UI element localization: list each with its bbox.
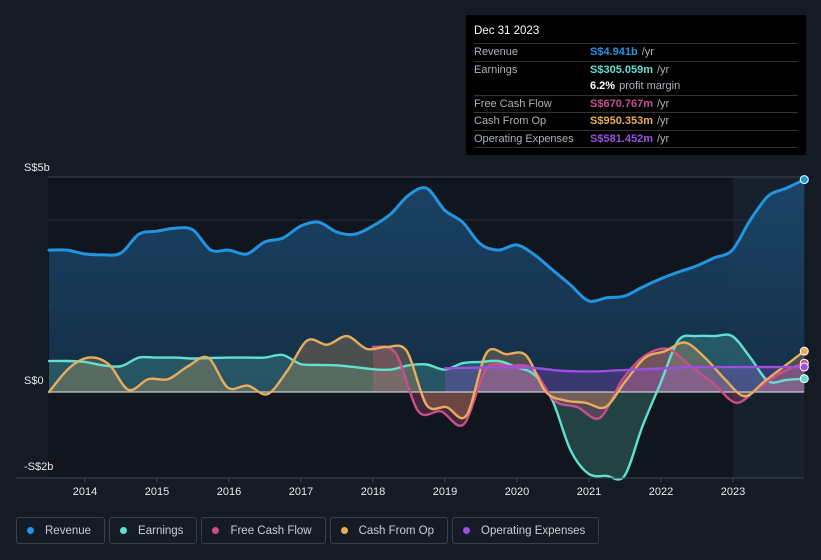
tooltip-label: Revenue xyxy=(474,46,519,59)
revenue-end-point xyxy=(799,175,809,185)
legend-label: Earnings xyxy=(138,524,184,537)
x-tick-label: 2019 xyxy=(433,486,457,498)
tooltip-label: Operating Expenses xyxy=(474,132,574,145)
tooltip-row-free-cash-flow: Free Cash Flow S$670.767m /yr xyxy=(474,96,798,113)
tooltip-row-profit-margin: 6.2% profit margin xyxy=(474,78,798,96)
tooltip-value: S$305.059m xyxy=(590,63,653,76)
y-axis-label: S$5b xyxy=(24,162,50,174)
tooltip-unit: /yr xyxy=(657,97,670,110)
x-tick-label: 2015 xyxy=(145,486,169,498)
tooltip-panel: Dec 31 2023 Revenue S$4.941b /yr Earning… xyxy=(466,15,806,155)
tooltip-label: Free Cash Flow xyxy=(474,97,552,110)
legend-label: Operating Expenses xyxy=(481,524,586,537)
legend-label: Cash From Op xyxy=(358,524,435,537)
x-tick-label: 2014 xyxy=(73,486,97,498)
x-tick-label: 2018 xyxy=(361,486,385,498)
tooltip-unit: /yr xyxy=(641,46,654,59)
x-tick-label: 2017 xyxy=(289,486,313,498)
legend-item-cash-from-op[interactable]: Cash From Op xyxy=(329,517,449,544)
legend-label: Revenue xyxy=(45,524,92,537)
tooltip-row-revenue: Revenue S$4.941b /yr xyxy=(474,44,798,62)
legend-label: Free Cash Flow xyxy=(230,524,312,537)
tooltip-label: Cash From Op xyxy=(474,115,547,128)
y-axis-label: -S$2b xyxy=(24,461,53,473)
operating-expenses-end-point xyxy=(799,362,809,372)
tooltip-value: S$670.767m xyxy=(590,97,653,110)
legend-dot-icon xyxy=(463,527,471,534)
x-tick-label: 2022 xyxy=(649,486,673,498)
legend-item-operating-expenses[interactable]: Operating Expenses xyxy=(452,517,600,544)
x-tick-label: 2016 xyxy=(217,486,241,498)
tooltip-value: S$581.452m xyxy=(590,132,653,145)
tooltip-row-operating-expenses: Operating Expenses S$581.452m /yr xyxy=(474,131,798,148)
legend: Revenue Earnings Free Cash Flow Cash Fro… xyxy=(16,517,600,544)
x-ticks: 2014 2015 2016 2017 2018 2019 2020 2021 2022 2023 xyxy=(73,478,745,498)
cash-from-op-end-point xyxy=(799,346,809,356)
tooltip-row-cash-from-op: Cash From Op S$950.353m /yr xyxy=(474,113,798,131)
legend-dot-icon xyxy=(212,527,220,534)
legend-item-revenue[interactable]: Revenue xyxy=(16,517,106,544)
legend-dot-icon xyxy=(340,527,348,534)
tooltip-label: Earnings xyxy=(474,63,518,76)
tooltip-value: S$950.353m xyxy=(590,115,653,128)
tooltip-row-earnings: Earnings S$305.059m /yr xyxy=(474,62,798,79)
legend-dot-icon xyxy=(27,527,34,534)
profit-margin-value: 6.2% xyxy=(590,80,616,93)
legend-item-earnings[interactable]: Earnings xyxy=(109,517,198,544)
x-tick-label: 2023 xyxy=(721,486,745,498)
tooltip-date: Dec 31 2023 xyxy=(474,23,798,44)
legend-item-free-cash-flow[interactable]: Free Cash Flow xyxy=(201,517,326,544)
tooltip-unit: /yr xyxy=(657,115,670,128)
tooltip-unit: /yr xyxy=(657,63,670,76)
x-tick-label: 2020 xyxy=(505,486,529,498)
legend-dot-icon xyxy=(120,527,128,534)
profit-margin-label: profit margin xyxy=(619,80,681,93)
x-tick-label: 2021 xyxy=(577,486,601,498)
y-axis-label: S$0 xyxy=(24,375,44,387)
tooltip-value: S$4.941b xyxy=(590,46,638,59)
earnings-end-point xyxy=(799,374,809,384)
tooltip-unit: /yr xyxy=(657,132,670,145)
